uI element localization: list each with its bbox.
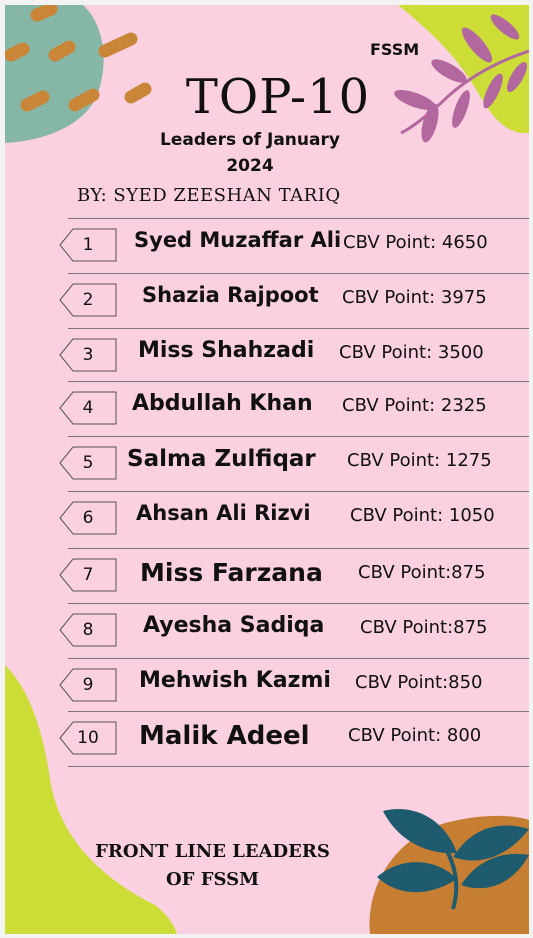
rank-badge: 5 [59,446,117,480]
rank-number: 3 [82,345,94,365]
rank-number: 8 [82,620,94,640]
leader-points: CBV Point: 800 [348,725,482,746]
author-byline: BY: SYED ZEESHAN TARIQ [77,185,341,206]
leader-row: 7 Miss Farzana CBV Point:875 [5,548,529,600]
rank-number: 2 [82,290,94,310]
leader-row: 9 Mehwish Kazmi CBV Point:850 [5,658,529,710]
rank-badge: 4 [59,391,117,425]
row-divider [68,328,529,329]
leader-name: Syed Muzaffar Ali [134,228,342,252]
rank-number: 4 [82,398,94,418]
leader-name: Miss Farzana [140,558,323,587]
row-divider [68,491,529,492]
leaderboard-card: FSSM TOP-10 Leaders of January 2024 BY: … [5,5,529,934]
rank-badge: 9 [59,668,117,702]
row-divider [68,436,529,437]
leader-name: Salma Zulfiqar [127,446,316,472]
row-divider [68,711,529,712]
leader-row: 4 Abdullah Khan CBV Point: 2325 [5,381,529,433]
brand-label: FSSM [370,40,420,59]
row-divider [68,766,529,767]
leader-row: 10 Malik Adeel CBV Point: 800 [5,711,529,763]
row-divider [68,381,529,382]
leader-points: CBV Point: 4650 [343,232,488,253]
page-subtitle: Leaders of January 2024 [160,130,340,176]
leader-points: CBV Point: 1275 [347,450,492,471]
leader-name: Ahsan Ali Rizvi [136,501,311,525]
row-divider [68,273,529,274]
rank-badge: 1 [59,228,117,262]
leader-row: 5 Salma Zulfiqar CBV Point: 1275 [5,436,529,488]
row-divider [68,218,529,219]
leader-row: 2 Shazia Rajpoot CBV Point: 3975 [5,273,529,325]
leader-name: Ayesha Sadiqa [143,613,325,638]
leader-row: 3 Miss Shahzadi CBV Point: 3500 [5,328,529,380]
leader-points: CBV Point:850 [355,672,483,693]
row-divider [68,658,529,659]
leader-name: Malik Adeel [139,721,310,751]
leader-points: CBV Point:875 [360,617,488,638]
rank-number: 6 [82,508,94,528]
leader-name: Mehwish Kazmi [139,668,331,693]
leader-points: CBV Point: 2325 [342,395,487,416]
leader-name: Miss Shahzadi [138,338,315,363]
leader-row: 1 Syed Muzaffar Ali CBV Point: 4650 [5,218,529,270]
rank-number: 5 [82,453,94,473]
row-divider [68,603,529,604]
rank-number: 1 [82,235,94,255]
rank-badge: 10 [59,721,117,755]
rank-badge: 6 [59,501,117,535]
leader-name: Shazia Rajpoot [142,283,319,307]
rank-badge: 2 [59,283,117,317]
rank-badge: 8 [59,613,117,647]
footer-tagline: FRONT LINE LEADERS OF FSSM [95,841,330,890]
list-end [5,766,529,768]
rank-number: 10 [77,728,99,748]
page-title: TOP-10 [185,69,371,125]
leader-points: CBV Point: 1050 [350,505,495,526]
leader-points: CBV Point: 3975 [342,287,487,308]
leader-points: CBV Point: 3500 [339,342,484,363]
leader-name: Abdullah Khan [132,391,313,416]
leader-row: 6 Ahsan Ali Rizvi CBV Point: 1050 [5,491,529,543]
row-divider [68,548,529,549]
rank-badge: 3 [59,338,117,372]
rank-number: 9 [82,675,94,695]
rank-number: 7 [82,565,94,585]
leader-points: CBV Point:875 [358,562,486,583]
rank-badge: 7 [59,558,117,592]
leader-row: 8 Ayesha Sadiqa CBV Point:875 [5,603,529,655]
